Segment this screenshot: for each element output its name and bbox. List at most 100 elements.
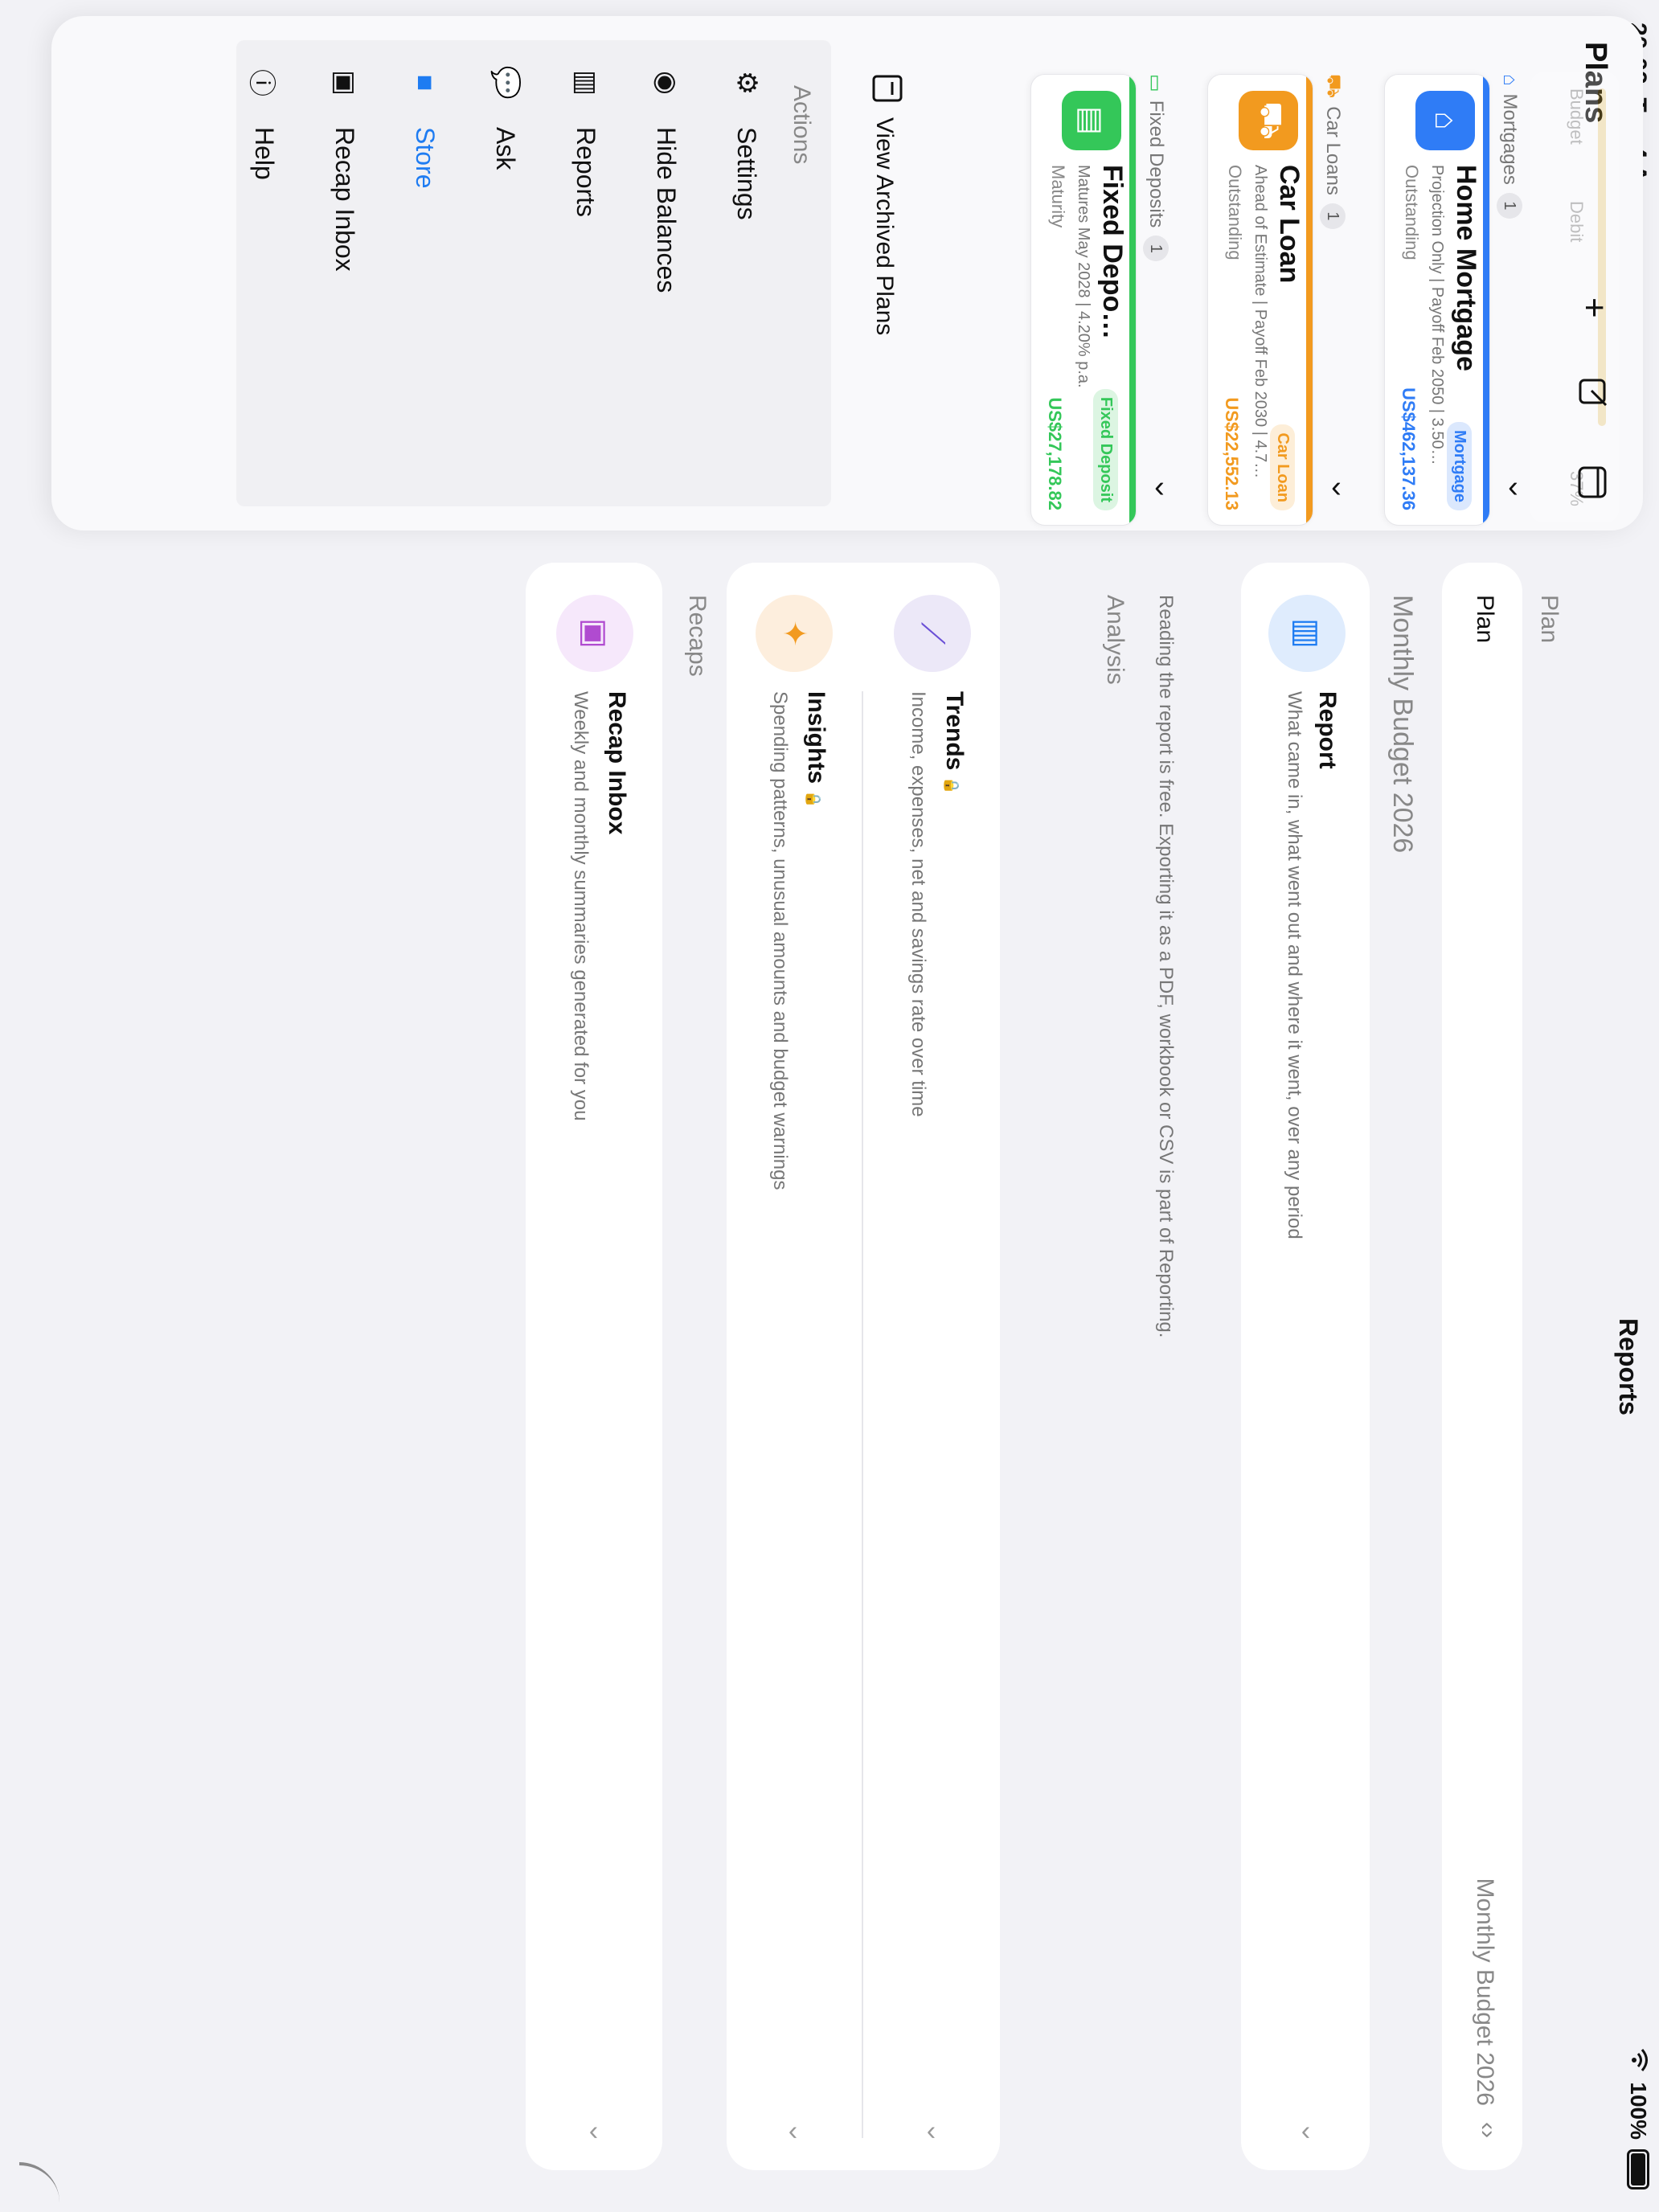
action-store[interactable]: ■ Store (405, 63, 445, 189)
plan-amount: US$22,552.13 (1222, 397, 1242, 510)
house-icon: ⌂ (1415, 91, 1475, 150)
action-hide-balances[interactable]: ◉ Hide Balances (646, 63, 686, 293)
plan-name: Car Loan (1274, 165, 1305, 284)
screen: 20:02 Tue 4 Aug 100% Plans Budget Debit … (0, 0, 1659, 2212)
reports-icon: ▥ (571, 69, 601, 96)
faded-label-budget: Budget (1567, 88, 1587, 145)
action-help[interactable]: ⓘ Help (244, 63, 285, 180)
category-label: Car Loans (1322, 106, 1344, 195)
chevron-down-icon[interactable]: ‹ (1508, 470, 1518, 505)
plan-type-badge: Car Loan (1270, 424, 1295, 510)
plan-row-label: Plan (1472, 595, 1498, 644)
trends-row[interactable]: ⟋ Trends 🔒 Income, expenses, net and savi… (863, 563, 1000, 2170)
recap-inbox-title: Recap Inbox (604, 691, 630, 835)
plan-name: Home Mortgage (1451, 165, 1481, 371)
analysis-card: ⟋ Trends 🔒 Income, expenses, net and savi… (727, 563, 1000, 2170)
report-title: Report (1314, 691, 1341, 769)
action-label: Settings (732, 127, 762, 220)
plan-name: Fixed Depo… (1097, 165, 1128, 340)
reports-icon: ▥ (1268, 595, 1346, 672)
insights-title: Insights 🔒 (802, 691, 830, 808)
action-label: Help (250, 127, 280, 180)
plan-amount-label: Maturity (1048, 165, 1068, 228)
card-accent (1483, 75, 1489, 525)
category-mortgages[interactable]: ⌂ Mortgages 1 (1497, 74, 1522, 219)
action-label: Hide Balances (652, 127, 682, 293)
divider (862, 691, 863, 2138)
action-recap-inbox[interactable]: ▣ Recap Inbox (325, 63, 365, 272)
action-reports[interactable]: ▥ Reports (566, 63, 606, 217)
recaps-label: Recaps (684, 595, 711, 677)
compose-icon[interactable] (1568, 378, 1609, 410)
add-plan-button[interactable]: + (1574, 297, 1614, 318)
car-icon: ⛟ (1323, 74, 1345, 99)
archive-icon (865, 74, 903, 103)
plan-amount: US$27,178.82 (1045, 397, 1065, 510)
trends-title: Trends 🔒 (940, 691, 968, 795)
action-ask[interactable]: 💬 Ask (485, 63, 526, 170)
report-note: Reading the report is free. Exporting it… (1155, 595, 1177, 1338)
status-indicators: 100% (1625, 2048, 1651, 2189)
action-label: Recap Inbox (330, 127, 360, 272)
insights-row[interactable]: ✦ Insights 🔒 Spending patterns, unusual a… (727, 563, 862, 2170)
plan-summary: Ahead of Estimate | Payoff Feb 2030 | 4.… (1251, 165, 1269, 479)
chevron-down-icon[interactable]: ‹ (1331, 470, 1342, 505)
card-accent (1129, 75, 1136, 525)
plan-card-car-loan[interactable]: ⛟ Car Loan Car Loan Ahead of Estimate | … (1207, 74, 1313, 526)
house-icon: ⌂ (1499, 74, 1521, 86)
action-settings[interactable]: ⚙ Settings (727, 63, 767, 220)
car-icon: ⛟ (1239, 91, 1298, 150)
recap-inbox-card[interactable]: ▣ Recap Inbox Weekly and monthly summari… (526, 563, 662, 2170)
category-count: 1 (1143, 236, 1169, 262)
info-icon: ⓘ (246, 69, 277, 96)
chevron-down-icon: › (1301, 2118, 1311, 2149)
action-label: Ask (491, 127, 521, 170)
plan-card-fixed-deposit[interactable]: ▤ Fixed Depo… Fixed Deposit Matures May … (1030, 74, 1137, 526)
category-count: 1 (1320, 203, 1346, 229)
trends-title-text: Trends (941, 691, 968, 771)
sidebar-toggle-icon[interactable] (1569, 466, 1609, 498)
category-count: 1 (1497, 192, 1522, 219)
report-card[interactable]: ▥ Report What came in, what went out and… (1241, 563, 1370, 2170)
plans-sidebar: Plans Budget Debit 37% + ⌂ Mortgages 1 ‹… (51, 16, 1643, 530)
category-label: Fixed Deposits (1145, 100, 1167, 228)
wifi-icon (1625, 2048, 1651, 2072)
trend-chart-icon: ⟋ (894, 595, 971, 672)
faded-label-debit: Debit (1567, 201, 1587, 243)
insights-subtitle: Spending patterns, unusual amounts and b… (769, 691, 791, 1190)
category-car-loans[interactable]: ⛟ Car Loans 1 (1320, 74, 1346, 229)
corner-gesture-indicator (19, 2162, 59, 2206)
category-label: Mortgages (1499, 93, 1521, 185)
analysis-label: Analysis (1102, 595, 1129, 685)
page-title: Reports (1614, 1318, 1643, 1415)
actions-panel: Actions ⚙ Settings ◉ Hide Balances ▥ Rep… (236, 40, 831, 506)
plan-summary: Projection Only | Payoff Feb 2050 | 3.50… (1428, 165, 1446, 465)
plan-type-badge: Fixed Deposit (1093, 388, 1118, 510)
plan-heading: Monthly Budget 2026 (1387, 595, 1418, 854)
battery-icon (1627, 2149, 1649, 2189)
category-fixed-deposits[interactable]: ▭ Fixed Deposits 1 (1143, 74, 1169, 262)
inbox-icon: ▣ (330, 69, 360, 96)
chevron-down-icon: › (588, 2118, 599, 2149)
chevron-down-icon[interactable]: ‹ (1154, 470, 1165, 505)
eye-icon: ◉ (651, 71, 682, 95)
plan-row-value: Monthly Budget 2026 (1472, 1878, 1498, 2106)
view-archived-plans-link[interactable]: View Archived Plans (865, 74, 903, 335)
gear-icon: ⚙ (731, 70, 762, 96)
plan-selector-row[interactable]: Plan Monthly Budget 2026 ‹› (1442, 563, 1522, 2170)
recap-inbox-subtitle: Weekly and monthly summaries generated f… (570, 691, 592, 1121)
inbox-icon: ▣ (556, 595, 633, 672)
plan-amount: US$462,137.36 (1399, 387, 1419, 510)
banknote-icon: ▭ (1145, 74, 1167, 92)
sparkles-icon: ✦ (756, 595, 833, 672)
plan-card-home-mortgage[interactable]: ⌂ Home Mortgage Mortgage Projection Only… (1384, 74, 1490, 526)
chevron-up-down-icon: ‹› (1475, 2122, 1501, 2138)
report-subtitle: What came in, what went out and where it… (1284, 691, 1305, 1239)
plan-summary: Matures May 2028 | 4.20% p.a. (1075, 165, 1092, 388)
insights-title-text: Insights (803, 691, 830, 784)
battery-percent: 100% (1626, 2082, 1651, 2140)
action-label: Store (411, 127, 440, 189)
plan-amount-label: Outstanding (1225, 165, 1245, 260)
archived-label: View Archived Plans (871, 117, 898, 336)
chat-icon: 💬 (490, 65, 521, 100)
